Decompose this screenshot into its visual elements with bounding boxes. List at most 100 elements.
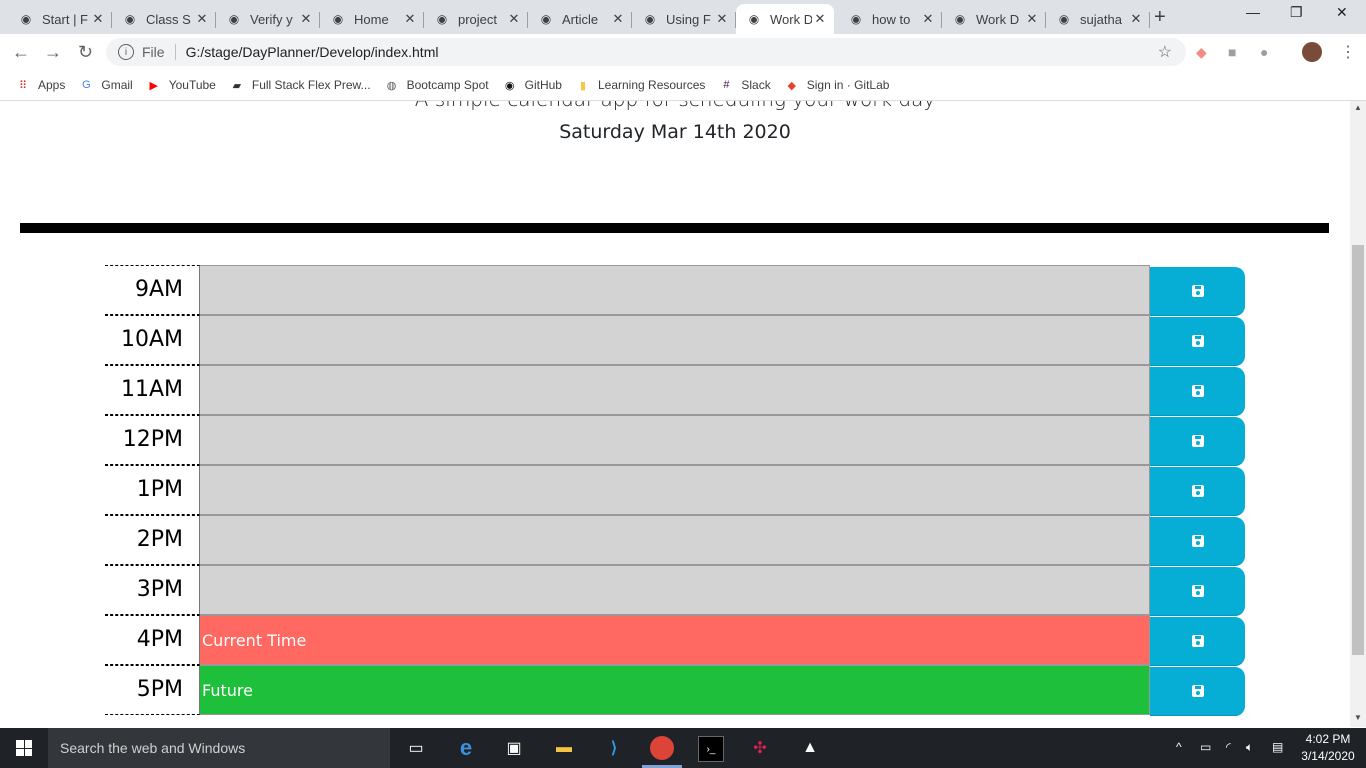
close-tab-icon[interactable]: ✕ <box>920 11 936 27</box>
info-icon[interactable]: i <box>118 44 134 60</box>
extension-icon[interactable]: ◆ <box>1196 44 1207 61</box>
bookmark-item[interactable]: ▮ Learning Resources <box>576 78 705 92</box>
taskbar-clock[interactable]: 4:02 PM 3/14/2020 <box>1296 731 1360 765</box>
event-description-textarea[interactable] <box>200 465 1150 515</box>
hour-label: 12PM <box>105 415 200 465</box>
file-explorer-icon[interactable]: ▬ <box>552 736 576 760</box>
time-block-list: 9AM 10AM 11AM 12PM 1PM 2PM 3PM 4PM Current Time 5… <box>105 265 1245 716</box>
browser-tab[interactable]: ◉ Start | F ✕ <box>8 4 112 34</box>
task-view-icon[interactable]: ▭ <box>404 736 428 760</box>
close-tab-icon[interactable]: ✕ <box>90 11 106 27</box>
forward-arrow-icon[interactable]: → <box>44 42 62 63</box>
close-tab-icon[interactable]: ✕ <box>402 11 418 27</box>
save-button[interactable] <box>1150 317 1245 366</box>
gmail-icon: ◉ <box>228 12 240 26</box>
save-button[interactable] <box>1150 617 1245 666</box>
save-button[interactable] <box>1150 417 1245 466</box>
browser-tab[interactable]: ◉ sujatha ✕ <box>1046 4 1150 34</box>
apps-grid-icon: ⠿ <box>18 79 28 92</box>
bookmark-item[interactable]: ◍ Bootcamp Spot <box>385 78 489 92</box>
close-window-button[interactable]: ✕ <box>1336 4 1348 21</box>
battery-icon[interactable]: ▭ <box>1200 740 1211 754</box>
profile-avatar[interactable] <box>1302 42 1322 62</box>
event-description-textarea[interactable]: Future <box>200 665 1150 715</box>
browser-tab[interactable]: ◉ Work D ✕ <box>942 4 1046 34</box>
event-description-textarea[interactable] <box>200 365 1150 415</box>
folder-icon: ▮ <box>579 79 587 92</box>
browser-tab[interactable]: ◉ Class S ✕ <box>112 4 216 34</box>
bookmark-item[interactable]: ▰ Full Stack Flex Prew... <box>230 78 371 92</box>
reload-icon[interactable]: ↻ <box>78 42 93 63</box>
save-button[interactable] <box>1150 267 1245 316</box>
close-tab-icon[interactable]: ✕ <box>194 11 210 27</box>
bookmark-label: Bootcamp Spot <box>406 78 489 92</box>
bookmark-star-icon[interactable]: ☆ <box>1158 42 1172 62</box>
page-scrollbar[interactable]: ▲ ▼ <box>1350 101 1366 727</box>
notifications-icon[interactable]: ▤ <box>1272 740 1283 754</box>
bookmark-item[interactable]: # Slack <box>719 78 770 92</box>
close-tab-icon[interactable]: ✕ <box>1128 11 1144 27</box>
close-tab-icon[interactable]: ✕ <box>812 11 828 27</box>
save-button[interactable] <box>1150 517 1245 566</box>
save-button[interactable] <box>1150 467 1245 516</box>
tray-chevron-icon[interactable]: ^ <box>1176 740 1182 754</box>
bookmark-item[interactable]: ▶ YouTube <box>147 78 215 92</box>
browser-tab[interactable]: ◉ Verify y ✕ <box>216 4 320 34</box>
windows-taskbar: Search the web and Windows ▭ e ▣ ▬ ⟩ ›_ … <box>0 728 1366 768</box>
close-tab-icon[interactable]: ✕ <box>298 11 314 27</box>
hour-label: 2PM <box>105 515 200 565</box>
browser-tab[interactable]: ◉ Work D ✕ <box>736 4 834 34</box>
menu-dots-icon[interactable]: ⋮ <box>1340 42 1356 62</box>
save-button[interactable] <box>1150 667 1245 716</box>
hour-label: 10AM <box>105 315 200 365</box>
vscode-icon[interactable]: ⟩ <box>602 736 626 760</box>
chrome-icon[interactable] <box>650 736 674 760</box>
browser-tab[interactable]: ◉ how to ✕ <box>838 4 942 34</box>
scroll-down-icon[interactable]: ▼ <box>1354 713 1362 722</box>
browser-tab[interactable]: ◉ project ✕ <box>424 4 528 34</box>
bookmark-item[interactable]: G Gmail <box>79 78 133 92</box>
browser-tab[interactable]: ◉ Article ✕ <box>528 4 632 34</box>
floppy-disk-icon <box>1191 385 1204 397</box>
event-description-textarea[interactable] <box>200 265 1150 315</box>
url-text[interactable]: G:/stage/DayPlanner/Develop/index.html <box>186 44 439 60</box>
slack-icon[interactable]: ✣ <box>748 736 772 760</box>
close-tab-icon[interactable]: ✕ <box>506 11 522 27</box>
bookmark-item[interactable]: ◆ Sign in · GitLab <box>785 78 890 92</box>
scroll-up-icon[interactable]: ▲ <box>1354 103 1362 112</box>
volume-icon[interactable]: 🔈︎ <box>1246 740 1253 755</box>
close-tab-icon[interactable]: ✕ <box>1024 11 1040 27</box>
terminal-icon[interactable]: ›_ <box>698 736 724 762</box>
event-description-textarea[interactable] <box>200 415 1150 465</box>
back-arrow-icon[interactable]: ← <box>12 42 30 63</box>
taskbar-search[interactable]: Search the web and Windows <box>48 728 390 768</box>
address-bar[interactable]: i File G:/stage/DayPlanner/Develop/index… <box>106 38 1186 66</box>
close-tab-icon[interactable]: ✕ <box>714 11 730 27</box>
scrollbar-thumb[interactable] <box>1352 245 1364 655</box>
divider <box>174 44 176 60</box>
close-tab-icon[interactable]: ✕ <box>610 11 626 27</box>
extension-icon[interactable]: ● <box>1260 44 1268 60</box>
bookmark-item[interactable]: ◉ GitHub <box>503 78 562 92</box>
store-icon[interactable]: ▣ <box>502 736 526 760</box>
new-tab-button[interactable]: + <box>1154 6 1166 29</box>
event-description-textarea[interactable] <box>200 515 1150 565</box>
event-description-textarea[interactable] <box>200 565 1150 615</box>
extension-icon[interactable]: ■ <box>1228 44 1236 60</box>
edge-icon[interactable]: e <box>454 735 478 760</box>
windows-start-icon[interactable] <box>16 740 32 756</box>
bookmark-item[interactable]: ⠿ Apps <box>16 78 65 92</box>
photos-icon[interactable]: ▲ <box>798 736 822 760</box>
event-description-textarea[interactable]: Current Time <box>200 615 1150 665</box>
clock-date: 3/14/2020 <box>1301 749 1355 763</box>
browser-tab[interactable]: ◉ Home ✕ <box>320 4 424 34</box>
save-button[interactable] <box>1150 567 1245 616</box>
save-button[interactable] <box>1150 367 1245 416</box>
browser-tab[interactable]: ◉ Using F ✕ <box>632 4 736 34</box>
header-rule <box>20 223 1329 233</box>
tab-separator <box>1149 12 1150 28</box>
minimize-button[interactable]: — <box>1246 4 1260 20</box>
event-description-textarea[interactable] <box>200 315 1150 365</box>
restore-button[interactable]: ❐ <box>1290 4 1303 21</box>
wifi-icon[interactable]: ◜ <box>1226 740 1231 754</box>
